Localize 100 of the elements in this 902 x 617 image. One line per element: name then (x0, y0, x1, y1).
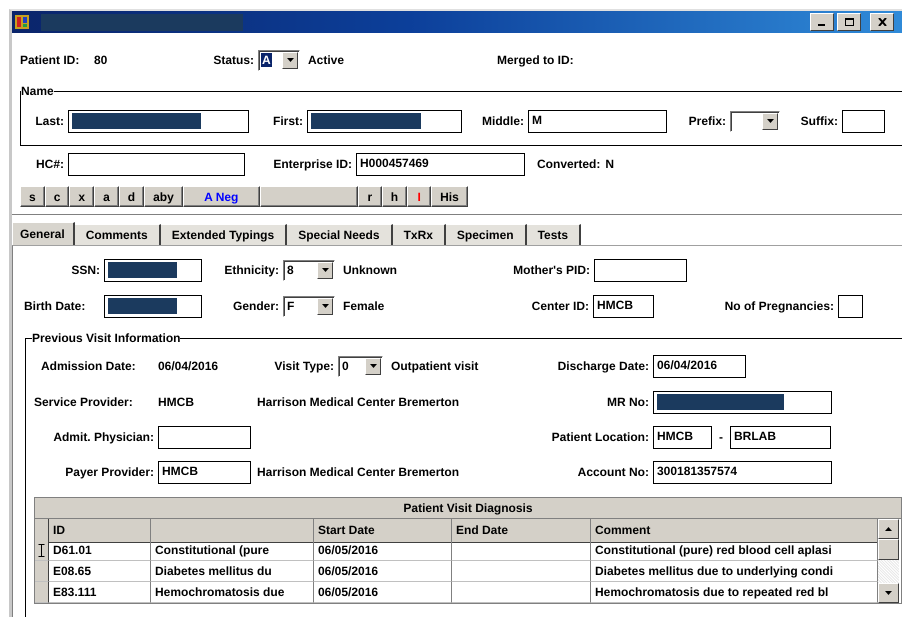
text-field[interactable] (653, 390, 832, 414)
up-arrow-icon (885, 527, 892, 531)
text-field[interactable] (842, 110, 885, 132)
caret-icon (370, 364, 376, 368)
text-field[interactable]: H000457469 (356, 152, 525, 176)
scroll-up-button[interactable] (878, 519, 899, 539)
text-field[interactable] (68, 152, 245, 176)
typing-button[interactable]: s (20, 186, 45, 207)
column-header[interactable]: Start Date (314, 519, 452, 543)
text-field[interactable]: HMCB (593, 294, 654, 318)
dropdown[interactable]: 8 (283, 260, 335, 280)
tab[interactable]: Extended Typings (160, 224, 288, 245)
maximize-icon (844, 18, 854, 26)
text-field[interactable]: 06/04/2016 (653, 354, 746, 378)
close-button[interactable] (870, 13, 894, 31)
tab[interactable]: Specimen (446, 224, 527, 245)
scrollbar[interactable] (878, 519, 899, 603)
text-field[interactable]: BRLAB (730, 426, 831, 448)
tab[interactable]: Tests (526, 224, 582, 245)
field-label: Last: (35, 114, 64, 128)
value-text: N (605, 157, 614, 171)
text-field[interactable] (158, 426, 251, 448)
field-label: Visit Type: (274, 359, 334, 373)
typing-button[interactable]: x (69, 186, 94, 207)
text-field[interactable]: HMCB (158, 460, 251, 484)
field-label: Mother's PID: (513, 263, 590, 277)
value-text: HMCB (158, 395, 194, 409)
typing-button[interactable]: r (358, 186, 382, 207)
scroll-down-button[interactable] (878, 583, 899, 603)
tab[interactable]: Comments (74, 224, 161, 245)
typing-button[interactable]: His (431, 186, 468, 207)
text-field[interactable]: HMCB (653, 426, 712, 448)
field-label: Enterprise ID: (273, 157, 352, 171)
field-label: Converted: (537, 157, 600, 171)
dropdown[interactable]: F (283, 296, 335, 316)
group-title: Name (21, 84, 54, 98)
row-selector[interactable] (35, 540, 49, 561)
table-caption: Patient Visit Diagnosis (35, 498, 901, 519)
text-field[interactable] (68, 110, 249, 132)
typing-button[interactable] (260, 186, 358, 207)
field-label: Admit. Physician: (53, 430, 154, 444)
table-cell: E83.111 (49, 582, 151, 603)
table-cell: Hemochromatosis due to repeated red bl (591, 582, 878, 603)
text-field[interactable]: 300181357574 (653, 460, 832, 484)
text-field[interactable] (104, 294, 202, 318)
field-label: First: (273, 114, 303, 128)
field-label: Ethnicity: (224, 263, 279, 277)
column-header[interactable]: Comment (591, 519, 878, 543)
caret-icon (766, 119, 774, 123)
tab[interactable]: Special Needs (287, 224, 393, 245)
typing-button[interactable]: aby (144, 186, 183, 207)
table-cell: 06/05/2016 (314, 540, 452, 561)
table-cell: Diabetes mellitus due to underlying condi (591, 561, 878, 582)
field-label: No of Pregnancies: (724, 299, 834, 313)
down-arrow-icon (885, 591, 892, 595)
row-selector[interactable] (35, 561, 49, 582)
caret-icon (322, 304, 328, 308)
typing-button[interactable]: h (382, 186, 408, 207)
tab[interactable]: TxRx (392, 224, 446, 245)
field-label: Discharge Date: (558, 359, 649, 373)
typing-button[interactable]: A Neg (182, 186, 260, 207)
value-text: Harrison Medical Center Bremerton (257, 395, 460, 409)
caret-icon (322, 268, 328, 272)
caret-icon (286, 58, 294, 62)
text-field[interactable] (594, 258, 687, 282)
field-label: Patient Location: (552, 430, 649, 444)
typing-button[interactable]: d (118, 186, 144, 207)
field-label: Patient ID: (20, 53, 80, 67)
dropdown[interactable]: 0 (338, 356, 383, 376)
scroll-thumb[interactable] (878, 539, 899, 560)
value-text: 80 (94, 53, 108, 67)
value-text: Active (308, 53, 344, 67)
dropdown[interactable]: A (258, 50, 300, 70)
maximize-button[interactable] (837, 13, 861, 31)
column-header[interactable] (151, 519, 314, 543)
table-cell: E08.65 (49, 561, 151, 582)
minimize-button[interactable] (810, 13, 834, 31)
dropdown[interactable] (730, 110, 780, 132)
value-text: Female (343, 299, 384, 313)
field-label: Prefix: (688, 114, 726, 128)
separator-text: - (719, 430, 723, 444)
value-text: 06/04/2016 (158, 359, 218, 373)
column-header[interactable]: ID (49, 519, 151, 543)
app-icon (14, 14, 30, 30)
text-field[interactable] (307, 110, 462, 132)
field-label: Middle: (482, 114, 524, 128)
text-field[interactable]: M (528, 110, 667, 132)
text-field[interactable] (838, 294, 863, 318)
typing-button[interactable]: c (44, 186, 70, 207)
tab[interactable]: General (12, 222, 75, 245)
typing-button[interactable]: a (94, 186, 119, 207)
column-header[interactable]: End Date (452, 519, 591, 543)
field-label: Service Provider: (34, 395, 133, 409)
text-field[interactable] (104, 258, 202, 282)
row-selector[interactable] (35, 582, 49, 603)
text-cursor-icon (38, 544, 45, 556)
field-label: Admission Date: (41, 359, 136, 373)
value-text: Unknown (343, 263, 397, 277)
field-label: MR No: (607, 395, 649, 409)
value-text: Harrison Medical Center Bremerton (257, 465, 460, 479)
